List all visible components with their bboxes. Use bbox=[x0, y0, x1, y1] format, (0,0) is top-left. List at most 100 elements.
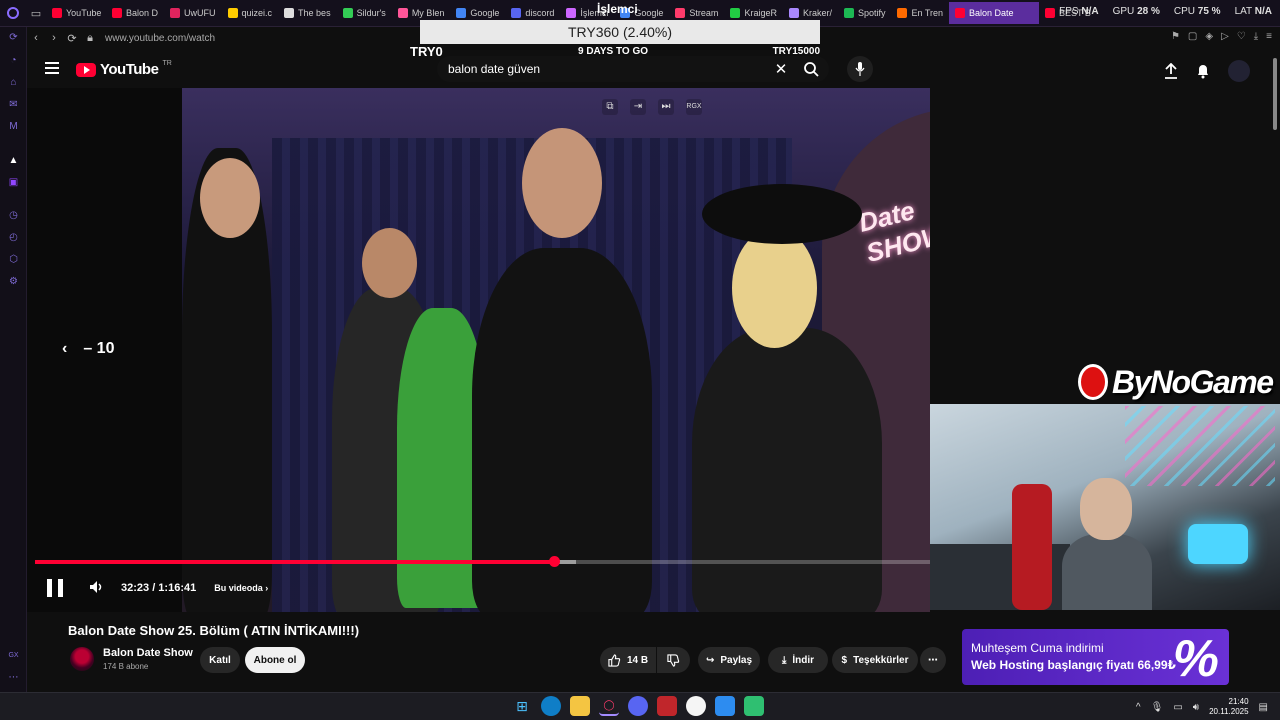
clock-time: 21:40 bbox=[1228, 697, 1249, 706]
share-button[interactable]: ↪ Paylaş bbox=[698, 647, 760, 673]
tab-favicon-icon bbox=[52, 8, 62, 18]
video-player[interactable]: Date SHOW ⧉ ⇥ ⏭ RGX ‹ – 10 32:23 / 1:16:… bbox=[27, 88, 930, 612]
share-icon: ↪ bbox=[705, 654, 715, 666]
browser-tab[interactable]: The bes bbox=[278, 2, 337, 24]
skip-icon[interactable]: ⏭ bbox=[658, 99, 674, 115]
gx-label[interactable]: GX bbox=[7, 649, 20, 662]
app-red-icon[interactable] bbox=[657, 696, 677, 716]
url-field[interactable]: www.youtube.com/watch bbox=[105, 33, 215, 44]
download-icon[interactable]: ⤓ bbox=[1254, 31, 1258, 42]
tab-label: My Blen bbox=[411, 8, 445, 18]
bookmark-icon[interactable]: ⚑ bbox=[1171, 31, 1180, 42]
app-green-icon[interactable] bbox=[744, 696, 764, 716]
gx-corner-icon[interactable]: ⌂ bbox=[7, 76, 20, 89]
browser-tab[interactable]: En Tren bbox=[891, 2, 949, 24]
heart-icon[interactable]: ♡ bbox=[1237, 31, 1246, 42]
download-video-icon: ⤓ bbox=[781, 654, 787, 666]
clear-icon[interactable]: ✕ bbox=[769, 60, 793, 78]
tab-label: Balon D bbox=[126, 8, 159, 18]
pause-button[interactable] bbox=[47, 579, 63, 597]
video-title: Balon Date Show 25. Bölüm ( ATIN İNTİKAM… bbox=[68, 623, 360, 638]
twitch-icon[interactable]: ▣ bbox=[7, 176, 20, 189]
notifications-bell-icon[interactable] bbox=[1196, 63, 1210, 79]
like-button[interactable]: 14 B bbox=[600, 647, 656, 673]
video-frame: Date SHOW bbox=[182, 88, 930, 612]
browser-tab[interactable]: quizei.c bbox=[222, 2, 279, 24]
tray-chevron-icon[interactable]: ^ bbox=[1136, 702, 1141, 713]
back-icon[interactable]: ‹ bbox=[27, 32, 45, 44]
browser-tab[interactable]: YouTube bbox=[46, 2, 106, 24]
exit-icon[interactable]: ⇥ bbox=[630, 99, 646, 115]
youtube-logo[interactable]: YouTube TR bbox=[76, 60, 172, 78]
popout-icon[interactable]: ⧉ bbox=[602, 99, 618, 115]
account-avatar[interactable] bbox=[1228, 60, 1250, 82]
subscribe-button[interactable]: Abone ol bbox=[245, 647, 305, 673]
page-scrollbar[interactable] bbox=[1270, 50, 1280, 690]
scrollbar-thumb[interactable] bbox=[1273, 58, 1277, 130]
itunes-icon[interactable] bbox=[686, 696, 706, 716]
voice-search-button[interactable] bbox=[847, 56, 873, 82]
chevron-left-icon: ‹ bbox=[62, 340, 68, 357]
progress-bar[interactable] bbox=[35, 556, 930, 567]
join-button[interactable]: Katıl bbox=[200, 647, 240, 673]
discord-icon[interactable] bbox=[628, 696, 648, 716]
start-menu-icon[interactable]: ⊞ bbox=[512, 696, 532, 716]
volume-icon[interactable] bbox=[89, 580, 107, 597]
browser-sidebar: ⟳ ◔ ⌂ ✉ M ▲ ▣ ◷ ◴ ⬡ ⚙ GX ⋯ bbox=[0, 27, 27, 692]
snapshot-icon[interactable]: ▢ bbox=[1188, 31, 1197, 42]
browser-tab[interactable]: Sildur's bbox=[337, 2, 392, 24]
chapter-button[interactable]: Bu videoda › bbox=[214, 583, 268, 593]
ad-banner[interactable]: Muhteşem Cuma indirimi Web Hosting başla… bbox=[962, 629, 1229, 688]
app-blue-icon[interactable] bbox=[715, 696, 735, 716]
hamburger-menu-icon[interactable] bbox=[45, 62, 59, 74]
reload-icon[interactable]: ⟳ bbox=[63, 32, 81, 45]
opera-gx-logo-icon[interactable] bbox=[0, 0, 26, 26]
reload-sidebar-icon[interactable]: ⟳ bbox=[7, 31, 20, 44]
download-button[interactable]: ⤓ İndir bbox=[768, 647, 828, 673]
woman-hat bbox=[702, 184, 862, 244]
address-bar-actions: ⚑ ▢ ◈ ▷ ♡ ⤓ ≡ bbox=[1171, 31, 1272, 42]
streamer-face bbox=[1080, 478, 1132, 540]
tab-label: UwUFU bbox=[184, 8, 216, 18]
more-sidebar-icon[interactable]: ⋯ bbox=[7, 671, 20, 684]
tab-favicon-icon bbox=[788, 8, 799, 18]
extensions-icon[interactable]: ⬡ bbox=[7, 253, 20, 266]
clock-icon[interactable]: ◴ bbox=[7, 231, 20, 244]
gx-control-icon[interactable]: ◔ bbox=[7, 54, 20, 67]
edge-icon[interactable] bbox=[541, 696, 561, 716]
player-icon[interactable]: ▷ bbox=[1221, 31, 1229, 42]
player-sidebar-icon[interactable]: M bbox=[7, 120, 20, 133]
ad-percent-symbol: % bbox=[1172, 630, 1219, 688]
channel-name[interactable]: Balon Date Show bbox=[103, 647, 193, 659]
tab-label: Google bbox=[634, 8, 664, 18]
forward-icon[interactable]: › bbox=[45, 32, 63, 44]
notifications-icon[interactable]: ▤ bbox=[1259, 702, 1268, 713]
workspaces-icon[interactable]: ▭ bbox=[26, 7, 46, 20]
settings-icon[interactable]: ⚙ bbox=[7, 275, 20, 288]
vpn-icon[interactable]: ◈ bbox=[1205, 31, 1213, 42]
thanks-button[interactable]: $ Teşekkürler bbox=[832, 647, 918, 673]
channel-avatar[interactable] bbox=[70, 647, 94, 671]
clock[interactable]: 21:40 20.11.2025 bbox=[1209, 697, 1248, 717]
tray-mic-icon[interactable]: 🎙︎ bbox=[1151, 702, 1164, 713]
history-icon[interactable]: ◷ bbox=[7, 209, 20, 222]
tab-favicon-icon bbox=[227, 8, 238, 18]
aria-icon[interactable]: ▲ bbox=[7, 154, 20, 167]
more-actions-button[interactable]: ⋯ bbox=[920, 647, 946, 673]
upload-icon[interactable] bbox=[1164, 63, 1178, 79]
browser-tab[interactable]: Spotify bbox=[838, 2, 892, 24]
messenger-icon[interactable]: ✉ bbox=[7, 98, 20, 111]
tray-network-icon[interactable]: ▭ bbox=[1173, 702, 1182, 713]
file-explorer-icon[interactable] bbox=[570, 696, 590, 716]
browser-tab[interactable]: Balon D bbox=[106, 2, 164, 24]
opera-gx-icon[interactable]: ◯ bbox=[599, 696, 619, 716]
browser-tab[interactable]: Balon Date bbox=[949, 2, 1040, 24]
search-input[interactable]: balon date güven bbox=[448, 62, 769, 76]
tray-volume-icon[interactable]: 🔊︎ bbox=[1193, 702, 1199, 713]
rgx-label[interactable]: RGX bbox=[686, 99, 702, 115]
search-button[interactable] bbox=[793, 56, 829, 82]
tab-favicon-icon bbox=[897, 8, 908, 18]
menu-icon[interactable]: ≡ bbox=[1266, 31, 1272, 42]
browser-tab[interactable]: UwUFU bbox=[164, 2, 222, 24]
dislike-button[interactable] bbox=[657, 647, 690, 673]
